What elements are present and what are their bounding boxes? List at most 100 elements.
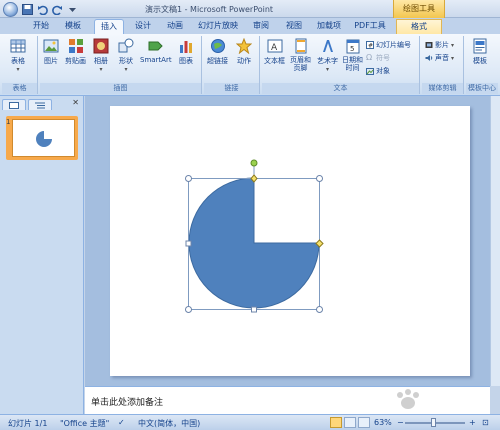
calendar-icon: 5 (346, 39, 359, 54)
svg-text:#: # (368, 43, 373, 50)
object-button[interactable]: 对象 (366, 66, 390, 76)
resize-handle-top-left[interactable] (185, 175, 192, 182)
tab-review[interactable]: 审阅 (248, 19, 274, 34)
title-bar: 演示文稿1 - Microsoft PowerPoint 绘图工具 (0, 0, 500, 18)
group-label-template-center: 模板中心 (466, 83, 498, 94)
quick-access-toolbar (3, 2, 78, 17)
slide-counter: 幻灯片 1/1 (8, 419, 48, 428)
zoom-level[interactable]: 63% (374, 418, 392, 427)
resize-handle-left[interactable] (185, 240, 192, 247)
template-icon (473, 38, 487, 54)
spellcheck-icon[interactable]: ✓ (118, 418, 125, 427)
wordart-button[interactable]: 艺术字 ▾ (317, 38, 338, 73)
group-label-text: 文本 (262, 83, 419, 94)
chevron-down-icon: ▾ (124, 66, 128, 73)
tab-design[interactable]: 设计 (130, 19, 156, 34)
zoom-slider-knob[interactable] (431, 418, 436, 427)
album-button[interactable]: 相册 ▾ (93, 38, 109, 73)
zoom-out-icon[interactable]: − (397, 418, 404, 427)
vertical-scrollbar[interactable] (490, 96, 500, 386)
datetime-button[interactable]: 5 日期和 时间 (342, 38, 363, 72)
slide-canvas[interactable] (110, 106, 470, 376)
smartart-button[interactable]: SmartArt (140, 38, 172, 64)
chevron-down-icon: ▾ (16, 66, 20, 73)
resize-handle-bottom-right[interactable] (316, 306, 323, 313)
hyperlink-globe-icon (210, 39, 225, 53)
film-icon (425, 42, 433, 48)
pie-shape[interactable] (188, 177, 320, 309)
tab-outline[interactable] (28, 99, 52, 110)
undo-icon[interactable] (36, 4, 48, 16)
resize-handle-bottom[interactable] (251, 306, 257, 313)
baidu-watermark (388, 386, 490, 414)
slide-thumbnail[interactable] (12, 119, 75, 157)
shapes-icon (118, 38, 134, 53)
group-media: 影片 ▾ 声音 ▾ 媒体剪辑 (422, 36, 464, 94)
customize-qat-icon[interactable] (66, 4, 78, 16)
save-icon[interactable] (21, 4, 33, 16)
group-illustrations: 图片 剪贴画 相册 ▾ 形状 ▾ SmartArt 图表 插图 (40, 36, 202, 94)
tab-templates[interactable]: 模板 (60, 19, 86, 34)
normal-view-button[interactable] (330, 417, 342, 428)
action-button[interactable]: 动作 (236, 38, 252, 66)
group-label-tables: 表格 (2, 83, 37, 94)
tab-slideshow[interactable]: 幻灯片放映 (195, 19, 241, 34)
tab-insert[interactable]: 插入 (94, 19, 124, 34)
movie-button[interactable]: 影片 ▾ (425, 40, 454, 50)
clipart-button[interactable]: 剪贴画 (65, 38, 86, 66)
hyperlink-button[interactable]: 超链接 (207, 38, 228, 66)
table-icon (10, 39, 26, 53)
group-label-media: 媒体剪辑 (422, 83, 463, 94)
speaker-icon (425, 55, 433, 61)
header-footer-button[interactable]: 页眉和 页脚 (290, 38, 311, 72)
shapes-button[interactable]: 形状 ▾ (118, 38, 134, 73)
omega-icon: Ω (366, 53, 373, 62)
office-button[interactable] (3, 2, 18, 17)
resize-handle-bottom-left[interactable] (185, 306, 192, 313)
window-title: 演示文稿1 - Microsoft PowerPoint (145, 5, 274, 14)
sound-button[interactable]: 声音 ▾ (425, 53, 454, 63)
chevron-down-icon: ▾ (451, 54, 455, 62)
redo-icon[interactable] (51, 4, 63, 16)
wordart-icon (322, 40, 333, 52)
close-icon[interactable]: ✕ (72, 98, 79, 107)
slide-content (185, 159, 324, 313)
tab-animation[interactable]: 动画 (162, 19, 188, 34)
zoom-in-icon[interactable]: + (469, 418, 476, 427)
textbox-button[interactable]: A 文本框 (264, 38, 285, 66)
tab-format[interactable]: 格式 (396, 19, 442, 34)
object-icon (366, 68, 374, 75)
slides-tab-icon (9, 101, 19, 109)
clipart-icon (68, 39, 83, 53)
slide-sorter-view-button[interactable] (344, 417, 356, 428)
slideshow-view-button[interactable] (358, 417, 370, 428)
rotation-handle[interactable] (250, 159, 258, 167)
resize-handle-top-right[interactable] (316, 175, 323, 182)
group-label-links: 链接 (204, 83, 259, 94)
language-indicator[interactable]: 中文(简体，中国) (138, 418, 200, 429)
status-bar: 幻灯片 1/1 "Office 主题" ✓ 中文(简体，中国) 63% − + … (0, 414, 500, 430)
symbol-button: Ω 符号 (366, 53, 390, 63)
chart-button[interactable]: 图表 (178, 38, 194, 66)
action-star-icon (236, 38, 252, 54)
photo-album-icon (93, 38, 109, 54)
tab-addins[interactable]: 加载项 (313, 19, 345, 34)
textbox-icon: A (267, 39, 282, 53)
tab-view[interactable]: 视图 (281, 19, 307, 34)
picture-icon (43, 39, 59, 53)
group-tables: 表格 ▾ 表格 (2, 36, 38, 94)
tab-slides-thumbnails[interactable] (2, 99, 26, 110)
smartart-icon (148, 41, 163, 51)
template-button[interactable]: 模板 (472, 38, 488, 66)
tab-home[interactable]: 开始 (28, 19, 54, 34)
picture-button[interactable]: 图片 (43, 38, 59, 66)
header-footer-icon (295, 38, 306, 54)
ribbon-tabs: 开始 模板 插入 设计 动画 幻灯片放映 审阅 视图 加载项 PDF工具 格式 (0, 18, 500, 34)
slide-number-button[interactable]: # 幻灯片编号 (366, 40, 411, 50)
table-button[interactable]: 表格 ▾ (10, 38, 26, 73)
pane-tabs (2, 98, 82, 110)
drawing-tools-label: 绘图工具 (393, 0, 445, 18)
chevron-down-icon: ▾ (325, 66, 329, 73)
fit-to-window-icon[interactable]: ⊡ (482, 418, 489, 427)
tab-pdf-tools[interactable]: PDF工具 (352, 19, 388, 34)
